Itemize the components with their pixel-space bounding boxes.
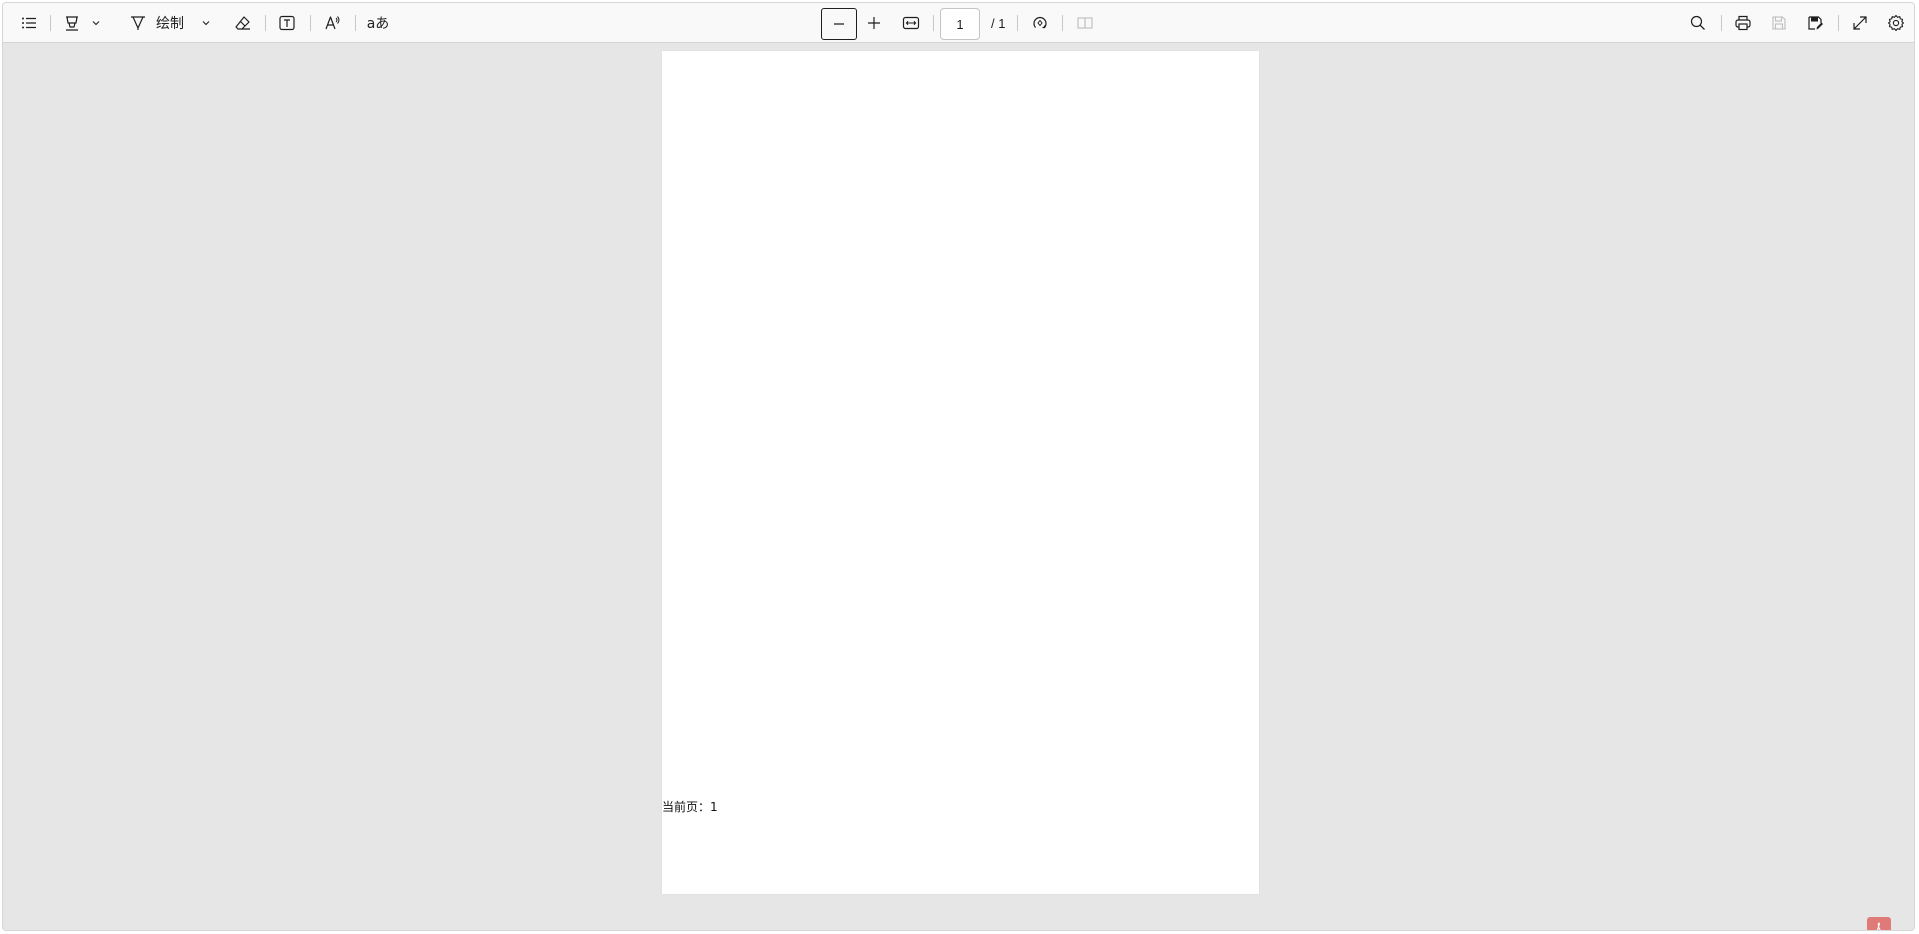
acrobat-icon: [1876, 922, 1881, 930]
pdf-viewer-window: 绘制 aあ 1 / 1 当前页：1: [2, 2, 1915, 931]
highlighter-icon: [66, 16, 78, 31]
page-view-icon: [1077, 17, 1093, 29]
pdf-page: 当前页：1: [662, 51, 1259, 894]
toolbar-separator: [265, 15, 266, 31]
toolbar-separator: [1838, 15, 1839, 31]
page-indicator: 当前页：1: [662, 800, 718, 814]
minus-icon: [834, 23, 844, 25]
toolbar-separator: [1721, 15, 1722, 31]
toolbar-separator: [50, 15, 51, 31]
toolbar-separator: [1017, 15, 1018, 31]
search-button[interactable]: [1686, 10, 1710, 36]
eraser-icon: [235, 16, 250, 30]
chevron-down-icon: [202, 21, 210, 26]
fit-width-button[interactable]: [899, 10, 923, 36]
translate-button[interactable]: aあ: [364, 10, 392, 36]
pdf-badge[interactable]: [1867, 917, 1891, 930]
page-number-input[interactable]: [940, 8, 980, 40]
text-box-button[interactable]: [275, 10, 299, 36]
list-icon: [22, 17, 36, 29]
save-icon: [1772, 16, 1786, 30]
draw-pen-icon: [131, 16, 145, 30]
zoom-out-button[interactable]: [821, 8, 857, 40]
read-aloud-button[interactable]: [321, 10, 345, 36]
toolbar-separator: [310, 15, 311, 31]
fullscreen-button[interactable]: [1848, 10, 1872, 36]
draw-dropdown[interactable]: [199, 10, 213, 36]
toolbar-separator: [933, 15, 934, 31]
translate-label: aあ: [366, 16, 390, 32]
print-button[interactable]: [1731, 10, 1755, 36]
rotate-button[interactable]: [1028, 10, 1052, 36]
print-icon: [1735, 15, 1751, 31]
text-box-icon: [279, 15, 295, 31]
settings-button[interactable]: [1884, 10, 1908, 36]
chevron-down-icon: [92, 21, 100, 26]
draw-label: 绘制: [156, 16, 184, 32]
zoom-in-button[interactable]: [862, 10, 886, 36]
toolbar-separator: [355, 15, 356, 31]
eraser-button[interactable]: [231, 10, 255, 36]
toolbar-separator: [1062, 15, 1063, 31]
plus-icon: [868, 17, 880, 29]
toolbar: 绘制 aあ 1 / 1: [3, 3, 1914, 43]
outline-button[interactable]: [17, 10, 41, 36]
highlight-button[interactable]: [60, 10, 84, 36]
rotate-icon: [1033, 16, 1047, 29]
read-aloud-icon: [325, 16, 340, 30]
gear-icon: [1887, 14, 1905, 32]
search-icon: [1690, 15, 1705, 30]
fit-width-icon: [902, 16, 920, 30]
highlight-dropdown[interactable]: [89, 10, 103, 36]
page-view-button[interactable]: [1073, 10, 1097, 36]
save-as-button[interactable]: [1803, 10, 1827, 36]
expand-icon: [1853, 16, 1867, 30]
save-as-icon: [1808, 16, 1823, 30]
document-viewer[interactable]: 当前页：1: [3, 43, 1914, 930]
page-total: / 1: [991, 16, 1006, 31]
save-button[interactable]: [1767, 10, 1791, 36]
